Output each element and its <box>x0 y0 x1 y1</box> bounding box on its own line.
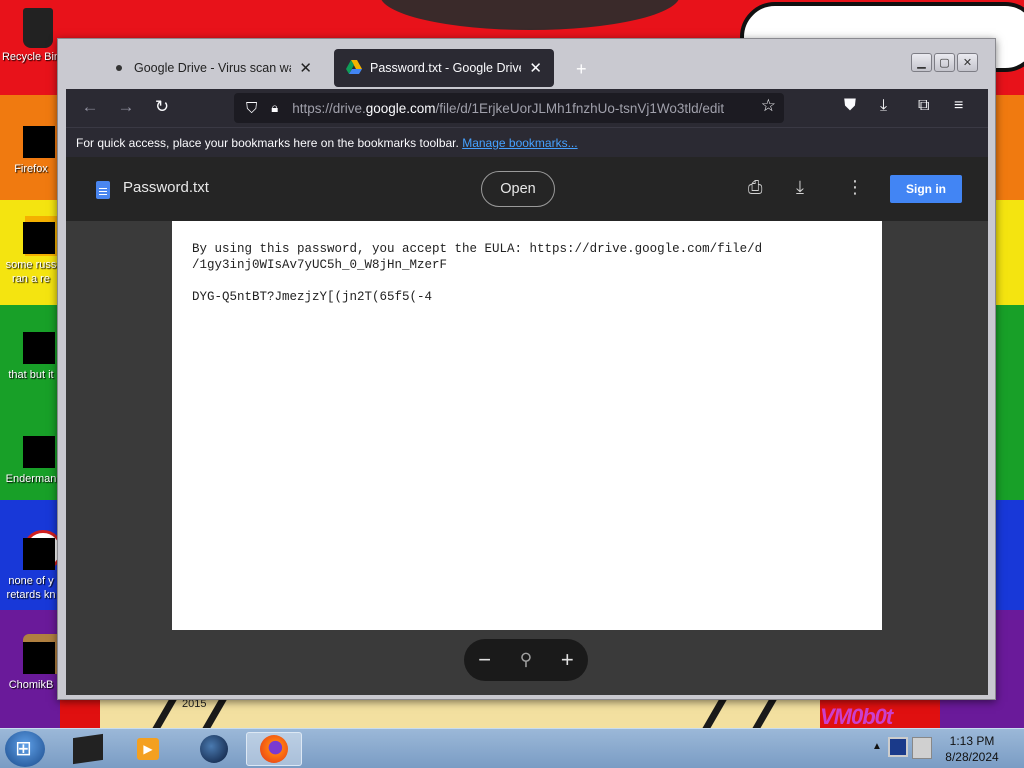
shortcut-icon <box>9 214 65 258</box>
tray-network-icon[interactable] <box>912 737 932 759</box>
minimize-button[interactable]: ▁ <box>911 53 932 72</box>
document-icon <box>9 428 55 472</box>
taskbar-app-dark[interactable] <box>60 732 116 766</box>
start-button[interactable] <box>5 731 45 767</box>
file-name: Password.txt <box>123 179 209 196</box>
tab-password-txt[interactable]: Password.txt - Google Drive ✕ <box>334 49 554 87</box>
show-hidden-icons-icon[interactable]: ▲ <box>872 741 882 752</box>
pocket-icon[interactable]: ⛊ <box>844 97 856 115</box>
sign-in-button[interactable]: Sign in <box>890 175 962 203</box>
desktop-icon-recycle-bin[interactable]: Recycle Bin <box>0 6 62 64</box>
clock[interactable]: 1:13 PM 8/28/2024 <box>930 733 1014 765</box>
shortcut-icon <box>9 530 63 574</box>
lock-icon[interactable]: 🔒︎ <box>271 100 278 116</box>
desktop-icon-firefox[interactable]: Firefox <box>0 118 62 176</box>
bookmark-star-icon[interactable]: ☆ <box>761 96 776 116</box>
extensions-icon[interactable]: ⧉ <box>918 97 929 115</box>
shield-icon[interactable]: ⛉ <box>246 100 257 117</box>
new-tab-button[interactable]: + <box>576 59 587 80</box>
document-page: By using this password, you accept the E… <box>172 221 882 630</box>
text-document-icon <box>96 181 110 199</box>
tab-strip: Google Drive - Virus scan warning ✕ Pass… <box>66 47 988 91</box>
desktop-icon-shortcut-russ[interactable]: some russ ran a re <box>0 214 65 286</box>
document-line: By using this password, you accept the E… <box>192 242 763 256</box>
taskbar-media-player[interactable]: ▶ <box>120 732 176 766</box>
viewer-header: Password.txt Open ⎙ ⤓ ⋮ Sign in <box>66 157 988 221</box>
zoom-controls: − ⚲ + <box>464 639 588 681</box>
globe-icon <box>200 735 228 763</box>
print-icon[interactable]: ⎙ <box>748 177 762 198</box>
bookmarks-toolbar: For quick access, place your bookmarks h… <box>66 127 988 157</box>
back-button[interactable]: ← <box>78 97 102 119</box>
wallpaper-shape <box>380 0 680 30</box>
url-bar[interactable]: ⛉ 🔒︎ https://drive.google.com/file/d/1Er… <box>234 93 784 123</box>
media-player-icon: ▶ <box>137 738 159 760</box>
firefox-icon <box>260 735 288 763</box>
menu-icon[interactable]: ≡ <box>954 97 963 115</box>
taskbar-app-globe[interactable] <box>186 732 242 766</box>
navigation-toolbar: ← → ↻ ⛉ 🔒︎ https://drive.google.com/file… <box>66 89 988 127</box>
google-drive-icon <box>346 59 362 77</box>
zoom-in-icon[interactable]: + <box>561 647 574 673</box>
browser-window: Google Drive - Virus scan warning ✕ Pass… <box>57 38 996 700</box>
close-tab-icon[interactable]: ✕ <box>529 59 542 77</box>
download-icon[interactable]: ⤓ <box>796 177 804 198</box>
desktop-icon-shortcut-none[interactable]: none of y retards kn <box>0 530 63 602</box>
desktop-icon-enderman[interactable]: Enderman <box>0 428 62 486</box>
desktop-icon-shortcut-that[interactable]: that but it <box>0 324 62 382</box>
reload-button[interactable]: ↻ <box>150 97 174 119</box>
desktop-icon-chomik[interactable]: ChomikB <box>0 634 63 692</box>
wallpaper-text: VM0b0t <box>820 704 893 728</box>
close-tab-icon[interactable]: ✕ <box>299 59 312 77</box>
downloads-icon[interactable]: ⤓ <box>880 97 887 115</box>
tab-virus-scan-warning[interactable]: Google Drive - Virus scan warning ✕ <box>96 49 324 87</box>
shortcut-icon <box>9 324 55 368</box>
window-caption-buttons: ▁ ▢ ✕ <box>911 53 978 72</box>
url-text: https://drive.google.com/file/d/1ErjkeUo… <box>292 100 725 116</box>
document-line: /1gy3inj0WIsAv7yUC5h_0_W8jHn_MzerF <box>192 258 448 272</box>
chomik-icon <box>9 634 63 678</box>
app-icon <box>73 733 103 765</box>
maximize-button[interactable]: ▢ <box>934 53 955 72</box>
recycle-bin-icon <box>9 6 53 50</box>
close-window-button[interactable]: ✕ <box>957 53 978 72</box>
firefox-icon <box>9 118 55 162</box>
more-options-icon[interactable]: ⋮ <box>846 177 864 198</box>
taskbar: ▶ ▲ 1:13 PM 8/28/2024 <box>0 728 1024 768</box>
manage-bookmarks-link[interactable]: Manage bookmarks... <box>462 136 577 150</box>
tray-app-icon[interactable] <box>888 737 908 757</box>
open-button[interactable]: Open <box>481 171 555 207</box>
password-line: DYG-Q5ntBT?JmezjzY[(jn2T(65f5(-4 <box>192 290 433 304</box>
drive-viewer: Password.txt Open ⎙ ⤓ ⋮ Sign in By using… <box>66 157 988 695</box>
zoom-out-icon[interactable]: − <box>478 647 491 673</box>
forward-button[interactable]: → <box>114 97 138 119</box>
tab-loading-dot-icon <box>116 65 122 71</box>
zoom-reset-icon[interactable]: ⚲ <box>520 650 532 670</box>
taskbar-firefox[interactable] <box>246 732 302 766</box>
